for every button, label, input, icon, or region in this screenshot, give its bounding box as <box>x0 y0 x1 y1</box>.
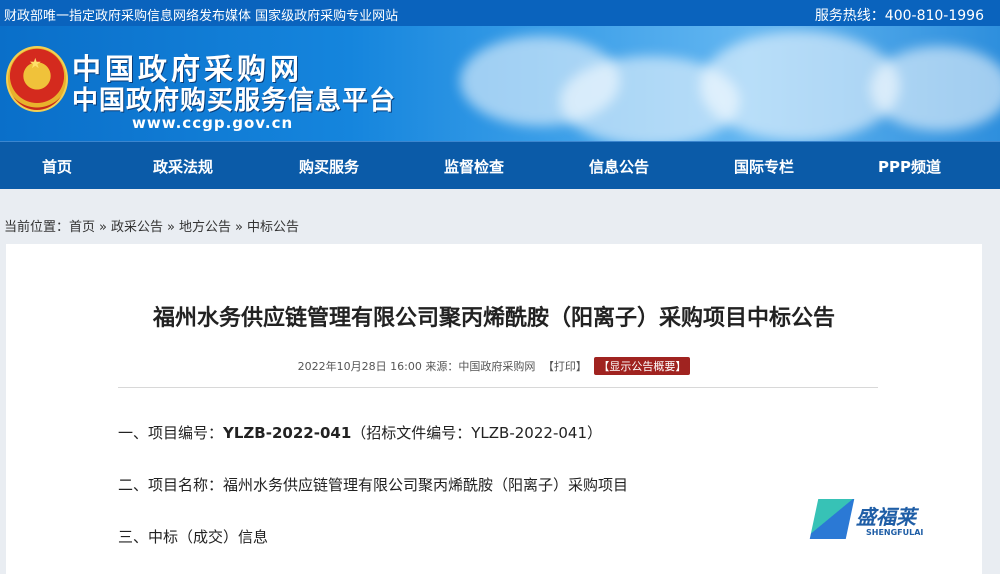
nav-item-supervision[interactable]: 监督检查 <box>444 156 504 177</box>
star-icon: ★ <box>29 56 42 72</box>
line-rest: （招标文件编号：YLZB-2022-041） <box>351 424 602 442</box>
project-number-line: 一、项目编号：YLZB-2022-041（招标文件编号：YLZB-2022-04… <box>118 422 602 443</box>
shengfulai-watermark-logo: 盛福莱 SHENGFULAI <box>809 497 974 547</box>
service-hotline: 服务热线：400-810-1996 <box>814 8 984 24</box>
breadcrumb-label: 当前位置： <box>4 220 70 235</box>
breadcrumb-separator: » <box>99 220 107 235</box>
print-link[interactable]: 【打印】 <box>543 360 587 373</box>
line-prefix: 三、中标（成交）信息 <box>118 528 269 546</box>
nav-item-announcements[interactable]: 信息公告 <box>589 156 649 177</box>
site-url: www.ccgp.gov.cn <box>132 114 294 132</box>
breadcrumb-separator: » <box>167 220 175 235</box>
breadcrumb-gov-announcements[interactable]: 政采公告 <box>111 220 163 235</box>
topbar-slogan: 财政部唯一指定政府采购信息网络发布媒体 国家级政府采购专业网站 <box>4 9 399 24</box>
show-summary-button[interactable]: 【显示公告概要】 <box>594 357 691 375</box>
nav-item-regulations[interactable]: 政采法规 <box>153 156 213 177</box>
article-date-source: 2022年10月28日 16:00 来源：中国政府采购网 <box>297 360 536 373</box>
project-name-line: 二、项目名称：福州水务供应链管理有限公司聚丙烯酰胺（阳离子）采购项目 <box>118 474 628 495</box>
award-info-heading: 三、中标（成交）信息 <box>118 526 268 547</box>
site-subtitle: 中国政府购买服务信息平台 <box>72 86 397 116</box>
breadcrumb-separator: » <box>235 220 243 235</box>
breadcrumb-home[interactable]: 首页 <box>69 220 95 235</box>
divider <box>118 387 878 388</box>
nav-item-ppp[interactable]: PPP频道 <box>878 156 941 177</box>
nav-item-home[interactable]: 首页 <box>42 156 72 177</box>
article-meta: 2022年10月28日 16:00 来源：中国政府采购网 【打印】 【显示公告概… <box>6 357 982 375</box>
project-number: YLZB-2022-041 <box>223 424 352 442</box>
watermark-en: SHENGFULAI <box>866 528 924 537</box>
topbar: 财政部唯一指定政府采购信息网络发布媒体 国家级政府采购专业网站 服务热线：400… <box>0 0 1000 26</box>
breadcrumb-local-announcements[interactable]: 地方公告 <box>179 220 231 235</box>
line-prefix: 二、项目名称： <box>118 476 224 494</box>
breadcrumb-award-announcements[interactable]: 中标公告 <box>247 220 299 235</box>
national-emblem-icon: ★ <box>6 46 68 112</box>
nav-item-international[interactable]: 国际专栏 <box>734 156 794 177</box>
article-title: 福州水务供应链管理有限公司聚丙烯酰胺（阳离子）采购项目中标公告 <box>152 306 835 331</box>
breadcrumb: 当前位置：首页 » 政采公告 » 地方公告 » 中标公告 <box>4 216 299 235</box>
line-prefix: 一、项目编号： <box>118 424 224 442</box>
watermark-name: 盛福莱 <box>856 505 916 529</box>
project-name: 福州水务供应链管理有限公司聚丙烯酰胺（阳离子）采购项目 <box>223 476 629 494</box>
shengfulai-logo-icon <box>809 499 855 539</box>
nav-item-purchase-services[interactable]: 购买服务 <box>299 156 359 177</box>
main-nav: 首页 政采法规 购买服务 监督检查 信息公告 国际专栏 PPP频道 <box>0 141 1000 189</box>
site-banner: ★ 中国政府采购网 中国政府购买服务信息平台 www.ccgp.gov.cn <box>0 26 1000 141</box>
